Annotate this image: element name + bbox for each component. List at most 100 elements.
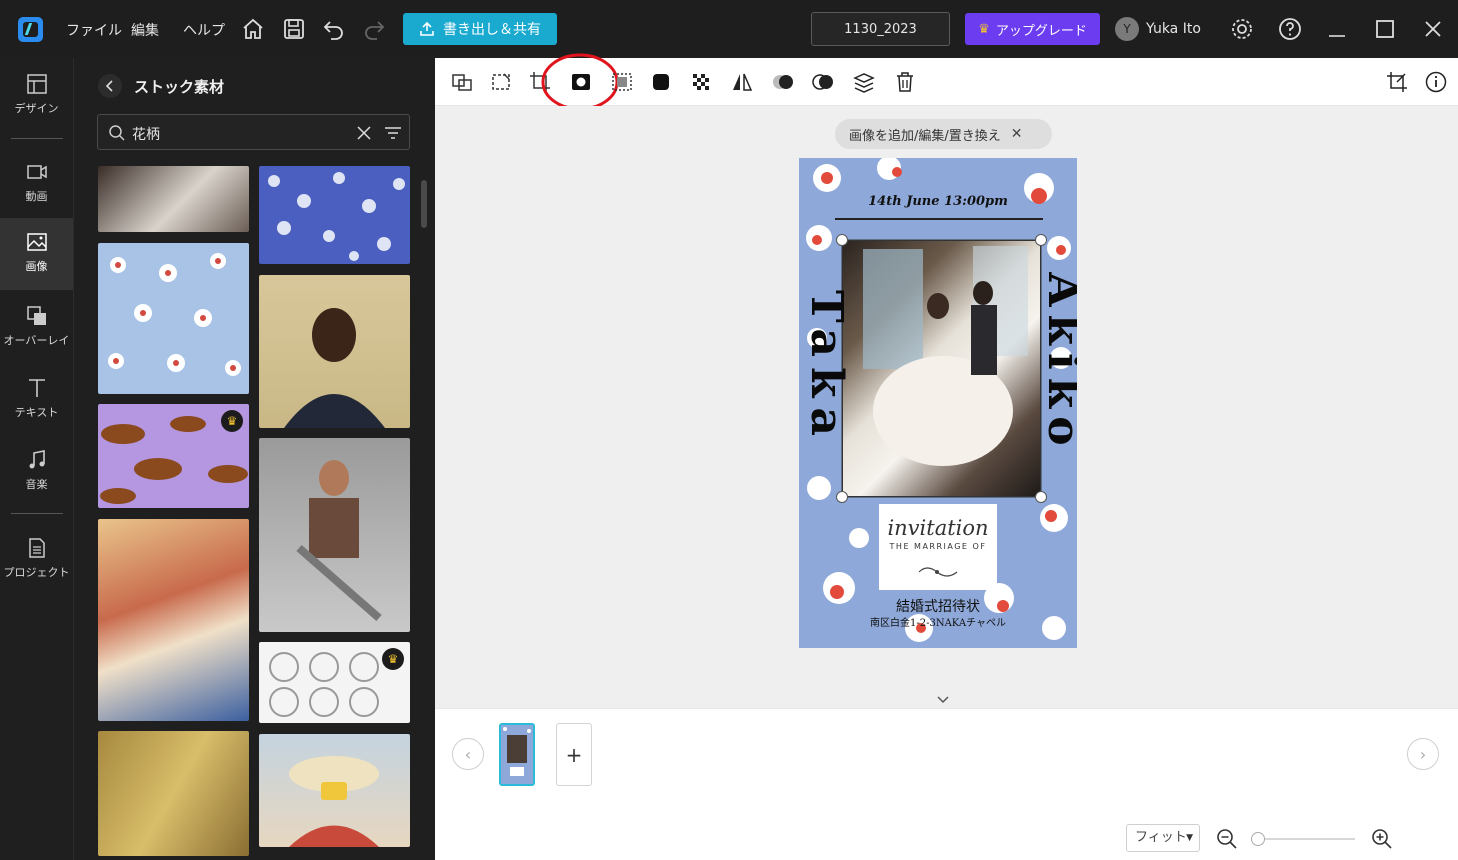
minimize-icon[interactable] [1324,16,1350,42]
transparency-icon[interactable] [689,70,713,94]
scrollbar-thumb[interactable] [421,180,427,228]
menu-edit[interactable]: 編集 [131,20,159,40]
portrait-image [284,308,385,428]
app-window: ファイル 編集 ヘルプ 書き出し＆共有 1130_2023 ♛ アップグレード … [0,0,1458,860]
search-value: 花柄 [132,127,160,143]
invitation-design[interactable]: 14th June 13:00pm Taka Akiko invitation … [799,158,1077,648]
rail-separator [11,138,63,139]
info-icon[interactable] [1424,70,1448,94]
page-thumbnail[interactable] [499,723,535,786]
document-name-field[interactable]: 1130_2023 [811,12,950,46]
rail-item-label: 動画 [25,190,48,203]
rail-item-label: 音楽 [25,478,48,491]
invitation-card[interactable]: invitation THE MARRIAGE OF [879,504,997,590]
add-page-button[interactable]: + [556,723,592,786]
user-name[interactable]: Yuka Ito [1146,21,1201,37]
rail-item-label: オーバーレイ [3,334,70,347]
app-logo-icon [18,17,43,42]
hint-text: 画像を追加/編集/置き換え [849,128,1001,144]
home-icon[interactable] [240,16,266,42]
rail-item-video[interactable]: 動画 [0,148,73,218]
image-icon [26,233,47,251]
save-icon[interactable] [281,16,307,42]
rail-item-label: 画像 [25,260,48,273]
project-icon [28,538,45,558]
rail-item-design[interactable]: デザイン [0,60,73,130]
title-bar: ファイル 編集 ヘルプ 書き出し＆共有 1130_2023 ♛ アップグレード … [0,0,1458,58]
resize-canvas-icon[interactable] [1385,70,1409,94]
marriage-text: THE MARRIAGE OF [889,542,987,551]
search-icon [109,125,125,141]
help-icon[interactable] [1277,16,1303,42]
stock-thumb[interactable] [259,734,410,847]
stock-thumbnail-grid: ♛ ♛ [98,166,416,860]
filter-effect-icon[interactable] [811,70,835,94]
rail-item-image[interactable]: 画像 [0,218,73,290]
prev-page-button[interactable]: ‹ [452,738,484,770]
stock-thumb[interactable] [259,438,410,632]
crop-select-icon[interactable] [489,70,513,94]
avatar[interactable]: Y [1115,17,1139,41]
export-share-button[interactable]: 書き出し＆共有 [403,13,557,45]
left-name-text: Taka [801,289,852,447]
upgrade-button[interactable]: ♛ アップグレード [965,13,1100,45]
rail-item-overlay[interactable]: オーバーレイ [0,292,73,362]
redo-icon[interactable] [361,16,387,42]
menu-file[interactable]: ファイル [66,20,122,40]
stock-thumb[interactable] [98,731,249,856]
zoom-fit-select[interactable]: フィット ▼ [1126,824,1200,852]
maximize-icon[interactable] [1372,16,1398,42]
next-page-button[interactable]: › [1407,738,1439,770]
clear-icon[interactable] [356,125,372,141]
hint-pill: 画像を追加/編集/置き換え ✕ [835,119,1052,149]
filter-icon[interactable] [384,125,402,141]
floral-pattern-image [108,253,241,376]
editing-stage: 画像を追加/編集/置き換え ✕ 14th June 13:00pm Taka A… [435,106,1458,708]
left-rail: デザイン 動画 画像 オーバーレイ テキスト 音楽 プロジェクト [0,58,74,860]
premium-crown-icon: ♛ [221,410,243,432]
back-button[interactable] [98,74,122,98]
overlay-icon [26,306,46,325]
stock-thumb-premium[interactable]: ♛ [259,642,410,723]
invitation-script-text: invitation [887,516,989,540]
rail-item-project[interactable]: プロジェクト [0,524,73,594]
rail-item-text[interactable]: テキスト [0,364,73,434]
undo-icon[interactable] [321,16,347,42]
text-icon [28,379,45,397]
adjust-icon[interactable] [771,70,795,94]
menu-help[interactable]: ヘルプ [183,20,225,40]
chevron-left-icon [105,80,113,92]
zoom-slider-knob[interactable] [1251,832,1265,846]
zoom-out-icon[interactable] [1216,828,1238,850]
dropdown-arrow-icon: ▼ [1186,833,1193,843]
panel-scrollbar[interactable] [420,166,428,860]
title-ja-text: 結婚式招待状 [896,599,980,615]
search-input[interactable]: 花柄 [97,114,410,150]
stock-thumb-premium[interactable]: ♛ [98,404,249,508]
rail-item-label: デザイン [14,102,59,115]
shape-fill-icon[interactable] [649,70,673,94]
stock-thumb[interactable] [98,166,249,232]
zoom-slider-track[interactable] [1255,838,1355,840]
flip-icon[interactable] [730,70,754,94]
close-icon[interactable] [1420,16,1446,42]
background-remove-icon[interactable] [610,70,634,94]
page-preview [501,725,533,784]
right-name-text: Akiko [1038,272,1077,454]
chevron-left-icon: ‹ [464,744,472,764]
video-icon [26,165,47,179]
chevron-down-icon[interactable] [935,694,951,706]
close-hint-icon[interactable]: ✕ [1011,126,1023,142]
stock-thumb[interactable] [259,166,410,264]
zoom-in-icon[interactable] [1371,828,1393,850]
rail-item-label: プロジェクト [3,566,70,579]
delete-trash-icon[interactable] [893,70,917,94]
stock-thumb[interactable] [98,519,249,721]
layers-icon[interactable] [852,70,876,94]
upload-icon [420,21,434,36]
settings-gear-icon[interactable] [1229,16,1255,42]
stock-thumb[interactable] [259,275,410,428]
rail-item-music[interactable]: 音楽 [0,436,73,506]
replace-image-icon[interactable] [450,70,474,94]
stock-thumb[interactable] [98,243,249,394]
